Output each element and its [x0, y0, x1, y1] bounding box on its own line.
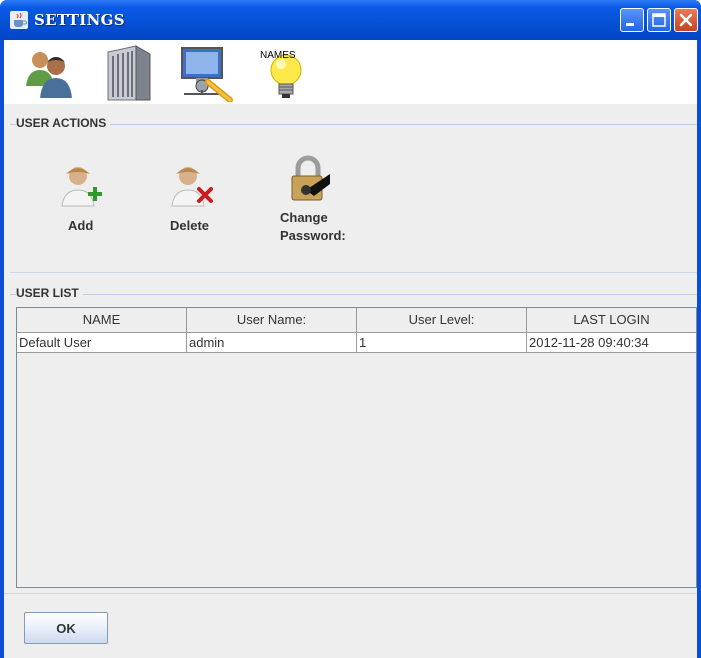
toolbar-names-button[interactable]: NAMES [256, 42, 316, 102]
table-row[interactable]: Default User admin 1 2012-11-28 09:40:34 [17, 333, 696, 353]
ok-button[interactable]: OK [24, 612, 108, 644]
user-list-title: USER LIST [16, 286, 83, 300]
delete-user-button[interactable]: Delete [168, 162, 228, 242]
toolbar: NAMES [4, 40, 697, 104]
delete-user-icon [171, 167, 213, 207]
change-password-button[interactable]: Change Password: [276, 154, 366, 254]
minimize-icon [626, 23, 634, 26]
change-password-label-line2: Password: [280, 228, 346, 243]
user-actions-border [10, 124, 697, 125]
user-actions-bottom-border [10, 272, 697, 273]
building-icon [107, 45, 151, 101]
cell-user-name: admin [187, 333, 357, 352]
toolbar-users-button[interactable] [22, 42, 82, 102]
delete-label: Delete [170, 218, 210, 233]
table-header: NAME User Name: User Level: LAST LOGIN [17, 308, 696, 333]
java-cup-icon [10, 11, 28, 29]
cell-user-level: 1 [357, 333, 527, 352]
maximize-icon [652, 13, 666, 27]
toolbar-network-button[interactable] [178, 42, 238, 102]
close-icon [679, 13, 693, 27]
names-label: NAMES [260, 50, 296, 61]
close-button[interactable] [674, 8, 698, 32]
column-header-user-level[interactable]: User Level: [357, 308, 527, 332]
users-icon [26, 52, 72, 98]
column-header-user-name[interactable]: User Name: [187, 308, 357, 332]
add-user-icon [61, 167, 102, 207]
settings-window: SETTINGS NAMES USER ACTIONS Add Delete C… [0, 0, 701, 658]
title-bar[interactable]: SETTINGS [0, 0, 701, 40]
window-client-area: NAMES USER ACTIONS Add Delete Change Pas… [4, 40, 697, 658]
window-title: SETTINGS [34, 11, 125, 29]
column-header-name[interactable]: NAME [17, 308, 187, 332]
user-actions-title: USER ACTIONS [16, 116, 111, 130]
footer-separator [4, 593, 697, 594]
padlock-icon [291, 155, 330, 201]
minimize-button[interactable] [620, 8, 644, 32]
add-label: Add [68, 218, 94, 233]
add-user-button[interactable]: Add [58, 162, 108, 242]
user-list-border [10, 294, 697, 295]
toolbar-building-button[interactable] [100, 42, 160, 102]
maximize-button[interactable] [647, 8, 671, 32]
cell-name: Default User [17, 333, 187, 352]
change-password-label-line1: Change [280, 210, 328, 225]
user-table[interactable]: NAME User Name: User Level: LAST LOGIN D… [16, 307, 697, 588]
network-computer-icon [181, 47, 233, 102]
cell-last-login: 2012-11-28 09:40:34 [529, 335, 649, 350]
column-header-last-login[interactable]: LAST LOGIN [527, 308, 696, 332]
